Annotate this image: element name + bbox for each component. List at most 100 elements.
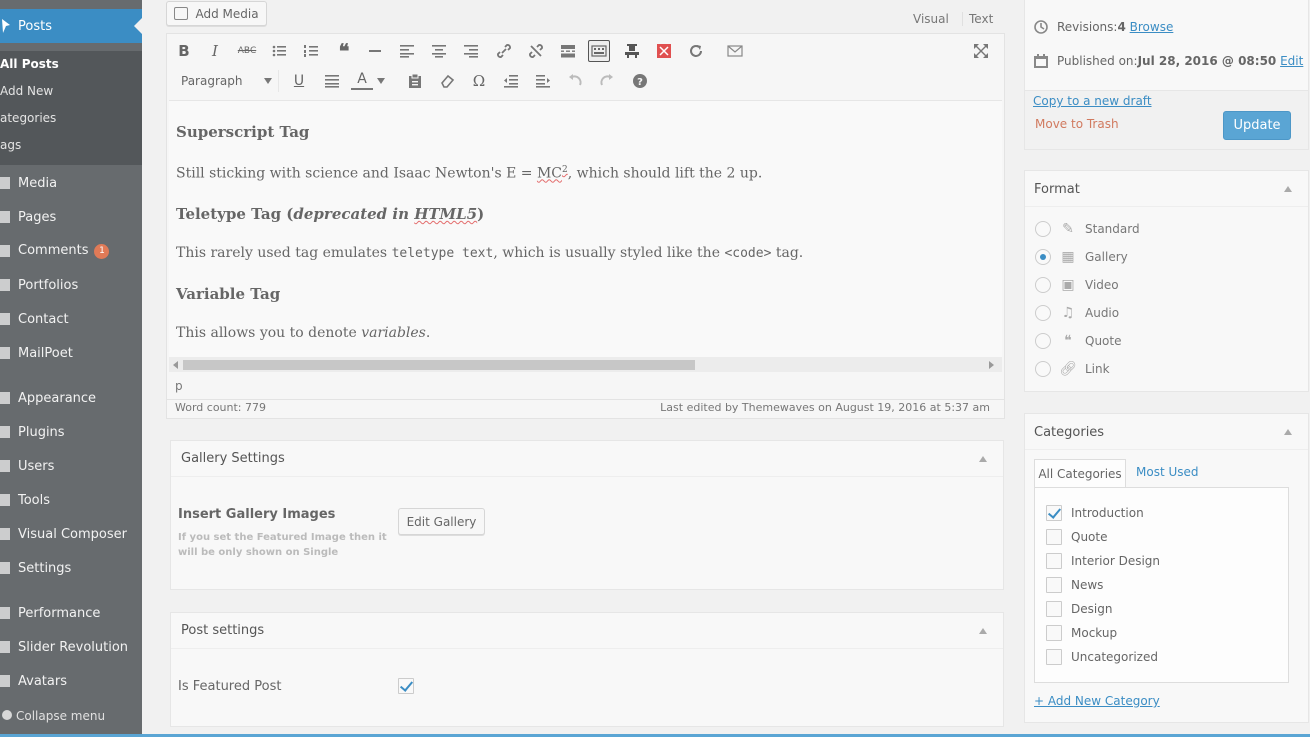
menu-comments[interactable]: Comments 1	[0, 234, 142, 268]
numbered-list-icon[interactable]	[300, 40, 322, 62]
editor-content[interactable]: Superscript Tag Still sticking with scie…	[169, 100, 1002, 358]
email-icon[interactable]	[724, 40, 746, 62]
radio-link[interactable]	[1035, 361, 1051, 377]
special-character-icon[interactable]: Ω	[468, 70, 490, 92]
format-option-link[interactable]: 🔗︎ Link	[1035, 361, 1110, 377]
categories-header[interactable]: Categories	[1025, 414, 1308, 450]
category-checkbox[interactable]	[1046, 577, 1062, 593]
read-more-icon[interactable]	[557, 40, 579, 62]
move-to-trash-link[interactable]: Move to Trash	[1035, 117, 1119, 131]
submenu-tags[interactable]: ags	[0, 138, 21, 152]
format-option-quote[interactable]: ❝ Quote	[1035, 333, 1121, 349]
fullscreen-icon[interactable]	[970, 40, 992, 62]
tab-visual[interactable]: Visual	[913, 12, 949, 26]
category-introduction[interactable]: Introduction	[1046, 505, 1144, 521]
collapse-arrow-icon[interactable]	[979, 628, 987, 634]
copy-to-draft-link[interactable]: Copy to a new draft	[1033, 94, 1152, 108]
post-settings-header[interactable]: Post settings	[171, 613, 1003, 649]
submenu-categories[interactable]: ategories	[0, 111, 56, 125]
category-checkbox[interactable]	[1046, 553, 1062, 569]
radio-video[interactable]	[1035, 277, 1051, 293]
align-center-icon[interactable]	[428, 40, 450, 62]
category-uncategorized[interactable]: Uncategorized	[1046, 649, 1158, 665]
category-news[interactable]: News	[1046, 577, 1103, 593]
paragraph-format-select[interactable]: Paragraph	[173, 70, 279, 92]
category-checkbox[interactable]	[1046, 625, 1062, 641]
menu-avatars[interactable]: Avatars	[0, 664, 142, 698]
undo-icon[interactable]	[564, 70, 586, 92]
category-checkbox[interactable]	[1046, 505, 1062, 521]
menu-visual-composer[interactable]: Visual Composer	[0, 517, 142, 551]
horizontal-line-icon[interactable]	[364, 40, 386, 62]
format-option-video[interactable]: ▣ Video	[1035, 277, 1119, 293]
collapse-arrow-icon[interactable]	[1284, 186, 1292, 192]
scroll-right-icon[interactable]	[989, 361, 994, 369]
scroll-left-icon[interactable]	[173, 361, 178, 369]
underline-icon[interactable]: U	[288, 70, 310, 92]
radio-gallery[interactable]	[1035, 249, 1051, 265]
refresh-icon[interactable]	[685, 40, 707, 62]
collapse-menu[interactable]: Collapse menu	[0, 699, 142, 733]
tab-text[interactable]: Text	[962, 12, 993, 26]
category-quote[interactable]: Quote	[1046, 529, 1107, 545]
format-header[interactable]: Format	[1025, 171, 1308, 207]
gallery-settings-header[interactable]: Gallery Settings	[171, 441, 1003, 477]
remove-link-icon[interactable]	[525, 40, 547, 62]
toolbar-toggle-icon[interactable]	[588, 40, 610, 62]
category-checkbox[interactable]	[1046, 529, 1062, 545]
strikethrough-icon[interactable]: ABC	[236, 40, 258, 62]
menu-performance[interactable]: Performance	[0, 596, 142, 630]
align-right-icon[interactable]	[460, 40, 482, 62]
tab-most-used[interactable]: Most Used	[1136, 465, 1199, 479]
menu-settings[interactable]: Settings	[0, 551, 142, 585]
menu-contact[interactable]: Contact	[0, 302, 142, 336]
help-icon[interactable]: ?	[629, 70, 651, 92]
horizontal-scrollbar[interactable]	[169, 357, 1002, 372]
category-interior-design[interactable]: Interior Design	[1046, 553, 1160, 569]
radio-standard[interactable]	[1035, 221, 1051, 237]
clear-formatting-icon[interactable]	[436, 70, 458, 92]
text-color-caret-icon[interactable]	[375, 70, 387, 92]
scrollbar-thumb[interactable]	[183, 360, 695, 370]
edit-date-link[interactable]: Edit	[1280, 54, 1303, 68]
shortcode-icon[interactable]	[621, 40, 643, 62]
submenu-all-posts[interactable]: All Posts	[0, 57, 59, 71]
justify-icon[interactable]	[321, 70, 343, 92]
indent-icon[interactable]	[532, 70, 554, 92]
radio-audio[interactable]	[1035, 305, 1051, 321]
format-option-gallery[interactable]: ▦ Gallery	[1035, 249, 1128, 265]
radio-quote[interactable]	[1035, 333, 1051, 349]
featured-post-checkbox[interactable]	[398, 678, 414, 694]
collapse-arrow-icon[interactable]	[1284, 429, 1292, 435]
menu-tools[interactable]: Tools	[0, 483, 142, 517]
text-color-icon[interactable]: A	[351, 70, 373, 90]
bold-icon[interactable]: B	[173, 40, 195, 62]
edit-gallery-button[interactable]: Edit Gallery	[398, 508, 485, 535]
shortcode-red-icon[interactable]	[653, 40, 675, 62]
italic-icon[interactable]: I	[204, 40, 226, 62]
browse-revisions-link[interactable]: Browse	[1130, 20, 1174, 34]
category-checkbox[interactable]	[1046, 649, 1062, 665]
category-mockup[interactable]: Mockup	[1046, 625, 1117, 641]
menu-users[interactable]: Users	[0, 449, 142, 483]
menu-mailpoet[interactable]: MailPoet	[0, 336, 142, 370]
menu-pages[interactable]: Pages	[0, 200, 142, 234]
update-button[interactable]: Update	[1223, 111, 1291, 140]
menu-appearance[interactable]: Appearance	[0, 381, 142, 415]
bullet-list-icon[interactable]	[268, 40, 290, 62]
menu-slider-revolution[interactable]: Slider Revolution	[0, 630, 142, 664]
category-design[interactable]: Design	[1046, 601, 1112, 617]
align-left-icon[interactable]	[396, 40, 418, 62]
tab-all-categories[interactable]: All Categories	[1034, 459, 1126, 488]
format-option-standard[interactable]: ✎ Standard	[1035, 221, 1140, 237]
category-checkbox[interactable]	[1046, 601, 1062, 617]
menu-media[interactable]: Media	[0, 166, 142, 200]
menu-posts[interactable]: Posts	[0, 9, 142, 43]
redo-icon[interactable]	[596, 70, 618, 92]
insert-link-icon[interactable]	[493, 40, 515, 62]
blockquote-icon[interactable]: ❝	[333, 39, 355, 63]
add-new-category-link[interactable]: + Add New Category	[1034, 694, 1160, 708]
paste-text-icon[interactable]	[404, 70, 426, 92]
submenu-add-new[interactable]: Add New	[0, 84, 53, 98]
outdent-icon[interactable]	[500, 70, 522, 92]
